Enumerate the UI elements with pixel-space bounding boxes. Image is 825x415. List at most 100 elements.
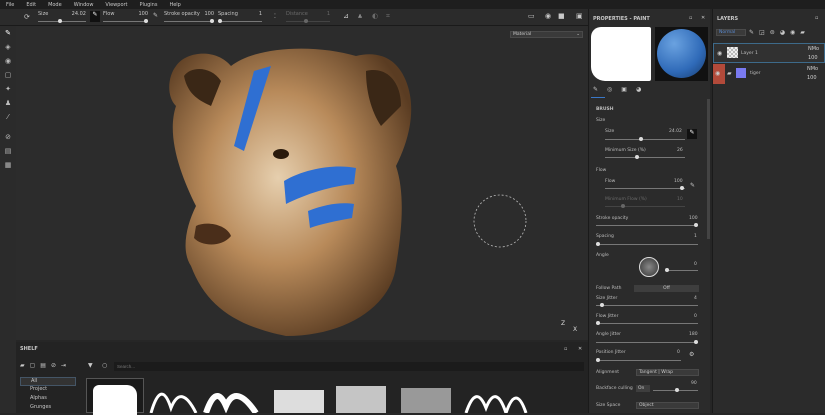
flow-jitter-slider[interactable] xyxy=(596,321,698,325)
environment-icon[interactable]: ◉ xyxy=(545,12,551,20)
size-pen-pressure-icon[interactable]: ✎ xyxy=(687,129,697,139)
angle-slider[interactable] xyxy=(665,268,698,272)
eraser-tool-icon[interactable]: ◈ xyxy=(0,40,16,54)
menu-window[interactable]: Window xyxy=(74,2,94,8)
filter-icon[interactable]: ▼ xyxy=(88,362,93,369)
position-jitter-slider[interactable] xyxy=(596,358,681,362)
material-tab-icon[interactable]: ◕ xyxy=(636,86,641,93)
add-mask-icon[interactable]: ◕ xyxy=(780,29,785,36)
color-picker-icon[interactable]: ⁄ xyxy=(0,110,16,124)
shelf-category-all[interactable]: All xyxy=(20,377,76,386)
flow-slider[interactable] xyxy=(605,186,685,190)
hide-icon[interactable]: ⊘ xyxy=(51,362,56,369)
shelf-category-grunges[interactable]: Grunges xyxy=(20,404,76,413)
backface-culling-toggle[interactable]: On xyxy=(636,385,650,392)
mirror-icon[interactable]: ⩓ xyxy=(358,12,362,21)
angle-dial[interactable] xyxy=(639,257,659,277)
new-resource-icon[interactable]: ▢ xyxy=(30,362,36,369)
size-space-select[interactable]: Object xyxy=(636,402,699,409)
visibility-eye-icon[interactable]: ◉ xyxy=(717,50,722,57)
layer-name: Layer 1 xyxy=(741,51,758,56)
blend-mode-value: Normal xyxy=(719,30,736,35)
size-slider[interactable] xyxy=(605,137,685,141)
shelf-category-project[interactable]: Project xyxy=(20,386,76,395)
shelf-float-icon[interactable]: ▫ xyxy=(564,346,567,352)
flow-pen-pressure-icon[interactable]: ✎ xyxy=(690,182,695,189)
menu-viewport[interactable]: Viewport xyxy=(105,2,127,8)
size-slider[interactable] xyxy=(38,19,86,23)
menu-mode[interactable]: Mode xyxy=(48,2,62,8)
shelf-close-icon[interactable]: ✕ xyxy=(578,346,582,352)
database-icon[interactable]: ▤ xyxy=(40,362,46,369)
paint-tool-icon[interactable]: ✎ xyxy=(0,26,16,40)
visibility-eye-icon[interactable]: ◉ xyxy=(713,64,725,84)
pen-pressure-size-icon[interactable]: ✎ xyxy=(90,11,100,22)
camera-symmetry-icon[interactable]: ◐ xyxy=(372,12,378,20)
alignment-select[interactable]: Tangent | Wrap xyxy=(636,369,699,376)
layer-thumbnail xyxy=(727,47,738,58)
backface-angle-slider[interactable] xyxy=(653,388,698,392)
stroke-opacity-slider[interactable] xyxy=(164,19,214,23)
follow-path-label: Follow Path xyxy=(596,286,622,291)
grid-icon[interactable]: ⌗ xyxy=(386,12,390,21)
spacing-slider[interactable] xyxy=(596,242,698,246)
3d-viewport[interactable]: Material ⌄ Z X xyxy=(16,26,588,340)
lazy-mouse-icon[interactable]: ⁚ xyxy=(274,13,276,20)
blend-mode-select[interactable]: Normal xyxy=(716,29,746,36)
layer-color-thumbnail xyxy=(736,68,746,78)
bake-icon[interactable]: ⊘ xyxy=(0,130,16,144)
properties-scrollbar[interactable] xyxy=(707,99,710,239)
add-fill-icon[interactable]: ⊜ xyxy=(770,29,775,36)
document-icon[interactable]: ▤ xyxy=(0,144,16,158)
flow-slider[interactable] xyxy=(103,19,148,23)
shelf-category-alphas[interactable]: Alphas xyxy=(20,395,76,404)
polygon-fill-icon[interactable]: ▢ xyxy=(0,68,16,82)
panel-float-icon[interactable]: ▫ xyxy=(689,15,692,21)
display-settings-icon[interactable]: ▭ xyxy=(528,12,535,20)
pen-pressure-flow-icon[interactable]: ✎ xyxy=(153,12,158,19)
screenshot-icon[interactable]: ▣ xyxy=(576,12,583,20)
spacing-label: Spacing xyxy=(596,234,614,239)
layer-row[interactable]: ◉ Layer 1 NMo 100 xyxy=(713,43,825,63)
min-size-slider[interactable] xyxy=(605,155,685,159)
menu-help[interactable]: Help xyxy=(169,2,180,8)
menu-file[interactable]: File xyxy=(6,2,14,8)
menu-plugins[interactable]: Plugins xyxy=(140,2,158,8)
material-preview[interactable] xyxy=(655,27,708,81)
spacing-slider[interactable] xyxy=(218,19,262,23)
position-jitter-settings-icon[interactable]: ⚙ xyxy=(689,351,694,358)
import-icon[interactable]: ⇥ xyxy=(61,362,66,369)
add-folder-icon[interactable]: ▰ xyxy=(800,29,805,36)
symmetry-icon[interactable]: ⊿ xyxy=(343,12,349,20)
brush-preset-icon[interactable]: ⟳ xyxy=(24,13,30,21)
follow-path-toggle[interactable]: Off xyxy=(634,285,699,292)
mask-icon[interactable]: ✎ xyxy=(749,29,754,36)
size-jitter-slider[interactable] xyxy=(596,303,698,307)
brush-tab-icon[interactable]: ✎ xyxy=(593,86,598,93)
menu-edit[interactable]: Edit xyxy=(26,2,36,8)
add-layer-icon[interactable]: ◉ xyxy=(790,29,795,36)
refresh-icon[interactable]: ○ xyxy=(102,362,107,369)
clone-tool-icon[interactable]: ♟ xyxy=(0,96,16,110)
stencil-tab-icon[interactable]: ▣ xyxy=(621,86,627,93)
layers-float-icon[interactable]: ▫ xyxy=(815,15,818,21)
stroke-opacity-slider[interactable] xyxy=(596,223,698,227)
angle-jitter-slider[interactable] xyxy=(596,340,698,344)
alpha-tab-icon[interactable]: ◎ xyxy=(607,86,612,93)
brush-alpha-preview[interactable] xyxy=(591,27,651,81)
projection-tool-icon[interactable]: ◉ xyxy=(0,54,16,68)
smudge-tool-icon[interactable]: ✦ xyxy=(0,82,16,96)
distance-slider[interactable] xyxy=(286,19,330,23)
panel-close-icon[interactable]: ✕ xyxy=(701,15,705,21)
left-toolbar: ✎ ◈ ◉ ▢ ✦ ♟ ⁄ ⊘ ▤ ▦ xyxy=(0,26,16,413)
shelf-search-input[interactable] xyxy=(114,362,584,371)
alpha-thumbnail[interactable] xyxy=(86,378,144,415)
add-effect-icon[interactable]: ◲ xyxy=(759,29,765,36)
script-icon[interactable]: ▦ xyxy=(0,158,16,172)
camera-icon[interactable]: ■ xyxy=(558,12,565,20)
alpha-thumbnails[interactable] xyxy=(146,378,566,413)
flow-jitter-value: 0 xyxy=(694,314,697,319)
folder-icon[interactable]: ▰ xyxy=(20,362,25,369)
min-flow-slider[interactable] xyxy=(605,204,685,208)
layer-row[interactable]: ◉ ▰ tiger NMo 100 xyxy=(713,64,825,84)
